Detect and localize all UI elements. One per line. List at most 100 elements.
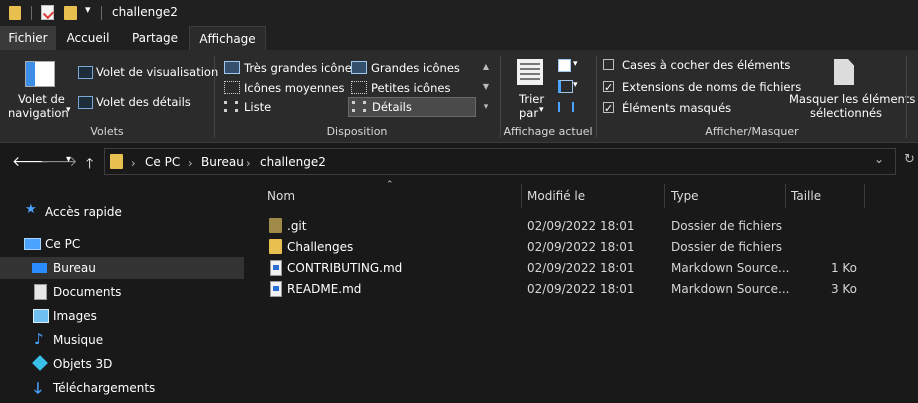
checkbox-item-checkboxes[interactable]: Cases à cocher des éléments	[603, 57, 790, 73]
hide-selected-label-2: sélectionnés	[810, 106, 883, 120]
column-header-taille[interactable]: Taille	[791, 182, 861, 210]
preview-pane-button[interactable]: Volet de visualisation	[78, 65, 218, 81]
column-header-modifie-le[interactable]: Modifié le	[527, 182, 662, 210]
group-label-volets: Volets	[90, 125, 124, 138]
new-folder-icon[interactable]	[64, 6, 77, 20]
checkbox-hidden-items[interactable]: ✓ Éléments masqués	[603, 100, 783, 116]
column-separator[interactable]	[864, 184, 865, 208]
refresh-icon[interactable]: ↻	[904, 152, 915, 167]
details-pane-icon	[78, 96, 93, 109]
sidebar-item-label: Musique	[53, 333, 104, 347]
column-separator[interactable]	[664, 184, 665, 208]
layout-extra-large-icons[interactable]: Très grandes icônes	[222, 59, 358, 76]
music-icon: ♪	[34, 330, 44, 348]
hide-selected-label-1: Masquer les éléments	[789, 92, 916, 106]
file-modified: 02/09/2022 18:01	[527, 282, 635, 296]
sidebar-item-images[interactable]: Images	[0, 306, 244, 326]
size-columns-button[interactable]	[556, 100, 576, 116]
recent-locations-icon[interactable]: ▾	[66, 154, 71, 165]
sidebar-item-label: Téléchargements	[53, 381, 156, 395]
chevron-down-icon: ▾	[573, 80, 578, 90]
group-by-icon	[558, 59, 571, 72]
pictures-icon	[33, 309, 49, 323]
tab-partage[interactable]: Partage	[122, 26, 188, 50]
checkbox-checked[interactable]: ✓	[603, 81, 614, 93]
breadcrumb-bureau[interactable]: Bureau	[201, 155, 244, 169]
address-dropdown-icon[interactable]: ⌄	[874, 152, 884, 166]
table-row[interactable]: README.md 02/09/2022 18:01 Markdown Sour…	[262, 279, 862, 299]
layout-label: Grandes icônes	[371, 61, 460, 75]
table-row[interactable]: CONTRIBUTING.md 02/09/2022 18:01 Markdow…	[262, 258, 862, 278]
breadcrumb-challenge2[interactable]: challenge2	[260, 155, 326, 169]
details-pane-button[interactable]: Volet des détails	[78, 95, 210, 111]
tab-affichage[interactable]: Affichage	[189, 26, 266, 50]
layout-scroll-down[interactable]: ▼	[479, 78, 493, 96]
layout-label: Liste	[244, 100, 272, 114]
star-icon: ★	[25, 202, 37, 217]
hide-selected-button[interactable]: Masquer les éléments sélectionnés	[786, 56, 915, 122]
sidebar-item-ce-pc[interactable]: Ce PC	[0, 234, 244, 254]
file-type: Markdown Source...	[671, 282, 790, 296]
file-type: Dossier de fichiers	[671, 219, 783, 233]
sidebar-item-objets-3d[interactable]: Objets 3D	[0, 354, 244, 374]
breadcrumb-ce-pc[interactable]: Ce PC	[145, 155, 180, 169]
checkbox-unchecked[interactable]	[603, 59, 614, 70]
file-name: Challenges	[287, 240, 354, 254]
sidebar-item-acces-rapide[interactable]: ★ Accès rapide	[0, 202, 244, 222]
layout-scroll-up[interactable]: ▲	[479, 58, 493, 76]
column-header-nom[interactable]: Nom	[267, 182, 517, 210]
folder-icon	[269, 239, 282, 254]
column-separator[interactable]	[785, 184, 786, 208]
navigation-pane-label-2: navigation	[8, 106, 69, 120]
forward-arrow-icon[interactable]: 🡒	[40, 153, 78, 170]
group-by-button[interactable]: ▾	[556, 58, 582, 74]
add-columns-button[interactable]: ▾	[556, 79, 582, 95]
checkbox-file-extensions[interactable]: ✓ Extensions de noms de fichiers	[603, 79, 801, 95]
details-icon	[352, 101, 366, 112]
sidebar-item-musique[interactable]: ♪ Musique	[0, 330, 244, 350]
sidebar-item-telechargements[interactable]: 🡓 Téléchargements	[0, 378, 244, 398]
sidebar-item-documents[interactable]: Documents	[0, 282, 244, 302]
layout-more[interactable]: ▾	[479, 97, 493, 117]
medium-icons-icon	[224, 81, 240, 94]
up-arrow-icon[interactable]: 🡑	[86, 153, 93, 177]
sort-by-label-1: Trier	[519, 92, 545, 106]
markdown-file-icon	[270, 281, 282, 297]
properties-icon[interactable]	[41, 5, 55, 20]
folder-icon	[110, 154, 123, 169]
layout-label: Petites icônes	[371, 81, 451, 95]
tab-fichier[interactable]: Fichier	[0, 26, 56, 50]
sort-by-button[interactable]: Trier par ▾	[512, 56, 550, 122]
navigation-pane-label-1: Volet de	[18, 92, 65, 106]
file-modified: 02/09/2022 18:01	[527, 240, 635, 254]
window-title: challenge2	[112, 5, 178, 19]
layout-list[interactable]: Liste	[222, 98, 348, 116]
documents-icon	[34, 284, 47, 300]
group-label-affichage-actuel: Affichage actuel	[503, 125, 593, 138]
quick-access-separator	[31, 6, 32, 20]
column-separator[interactable]	[521, 184, 522, 208]
table-row[interactable]: Challenges 02/09/2022 18:01 Dossier de f…	[262, 237, 862, 257]
layout-label: Détails	[372, 100, 412, 114]
layout-label: Icônes moyennes	[244, 81, 345, 95]
checkbox-checked[interactable]: ✓	[603, 102, 614, 114]
breadcrumb-separator: ›	[246, 156, 251, 170]
navigation-pane-button[interactable]: Volet de navigation ▾	[8, 58, 76, 122]
sort-icon	[517, 59, 543, 85]
extra-large-icons-icon	[224, 61, 240, 74]
table-row[interactable]: .git 02/09/2022 18:01 Dossier de fichier…	[262, 216, 862, 236]
layout-details[interactable]: Détails	[348, 97, 476, 117]
layout-large-icons[interactable]: Grandes icônes	[349, 59, 475, 76]
desktop-icon	[32, 263, 47, 273]
column-header-type[interactable]: Type	[671, 182, 781, 210]
sidebar-item-bureau[interactable]: Bureau	[0, 258, 244, 278]
layout-medium-icons[interactable]: Icônes moyennes	[222, 79, 348, 96]
list-icon	[224, 101, 238, 112]
quick-access-dropdown-icon[interactable]: ▾	[85, 3, 91, 16]
tab-accueil[interactable]: Accueil	[57, 26, 119, 50]
file-name: CONTRIBUTING.md	[287, 261, 403, 275]
layout-small-icons[interactable]: Petites icônes	[349, 79, 475, 96]
file-modified: 02/09/2022 18:01	[527, 261, 635, 275]
file-type: Dossier de fichiers	[671, 240, 783, 254]
sidebar-item-label: Bureau	[53, 261, 96, 275]
